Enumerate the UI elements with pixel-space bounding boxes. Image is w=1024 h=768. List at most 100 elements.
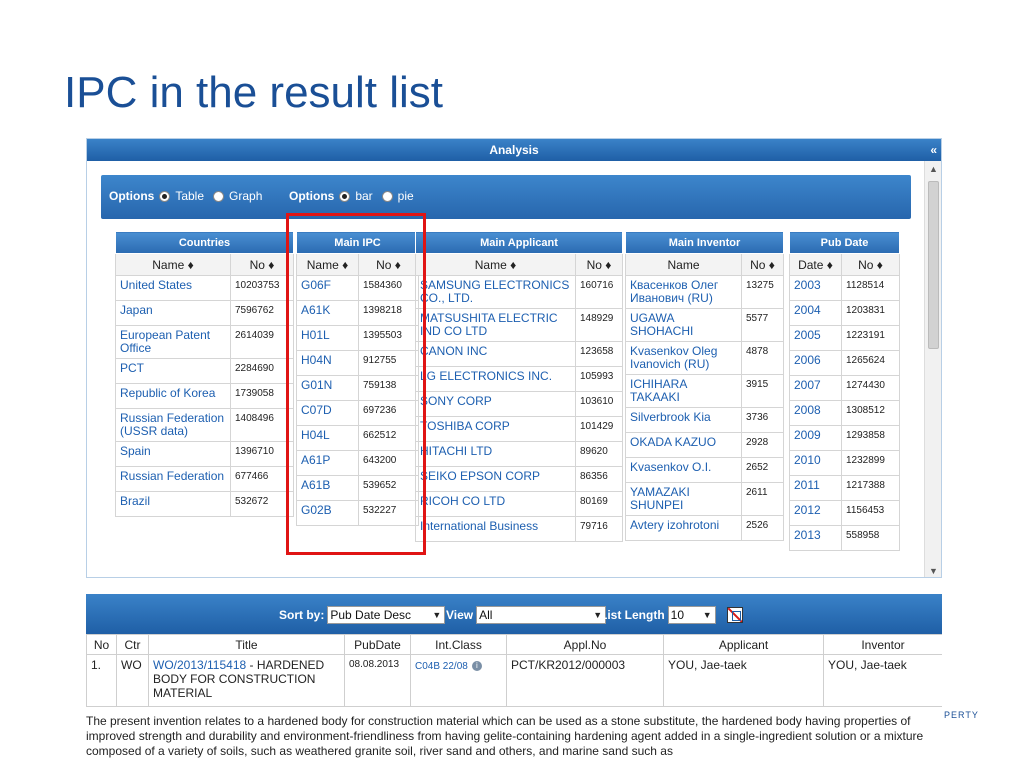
pub-date-item-link[interactable]: 2013 <box>789 525 842 551</box>
pub-date-item-link[interactable]: 2005 <box>789 325 842 351</box>
main-applicant-item-link[interactable]: LG ELECTRONICS INC. <box>415 366 576 392</box>
table-row: International Business 79716 <box>415 516 624 542</box>
options-label: Options <box>109 189 155 203</box>
main-inventor-col-name-sort[interactable]: Name <box>625 253 742 276</box>
intclass-link[interactable]: C04B 22/08 <box>415 661 468 672</box>
list-length-control: List Length 10 ▼ <box>600 606 743 624</box>
main-inventor-item-link[interactable]: Kvasenkov Oleg Ivanovich (RU) <box>625 341 742 375</box>
pub-date-item-link[interactable]: 2004 <box>789 300 842 326</box>
main-inventor-item-link[interactable]: Kvasenkov O.I. <box>625 457 742 483</box>
analysis-header: Analysis « <box>87 139 941 161</box>
pub-date-item-link[interactable]: 2007 <box>789 375 842 401</box>
main-applicant-item-link[interactable]: RICOH CO LTD <box>415 491 576 517</box>
main-applicant-item-count: 80169 <box>574 491 624 517</box>
countries-item-link[interactable]: United States <box>115 275 231 301</box>
main-inventor-item-link[interactable]: Квасенков Олег Иванович (RU) <box>625 275 742 309</box>
countries-item-link[interactable]: Republic of Korea <box>115 383 231 409</box>
pub-date-item-link[interactable]: 2006 <box>789 350 842 376</box>
graph-radio[interactable] <box>213 190 225 202</box>
main-inventor-item-link[interactable]: OKADA KAZUO <box>625 432 742 458</box>
pub-date-item-link[interactable]: 2011 <box>789 475 842 501</box>
pub-date-col-no-sort[interactable]: No ♦ <box>841 253 900 276</box>
table-row: 2009 1293858 <box>789 425 900 451</box>
main-applicant-item-link[interactable]: SONY CORP <box>415 391 576 417</box>
countries-item-count: 1739058 <box>230 383 294 409</box>
scroll-up-icon[interactable]: ▲ <box>925 161 941 177</box>
table-row: Brazil 532672 <box>115 491 294 517</box>
main-applicant-table: Main Applicant Name ♦ No ♦ SAMSUNG ELECTRON… <box>414 231 624 542</box>
result-col-header: Title <box>148 634 345 655</box>
main-applicant-item-count: 105993 <box>574 366 624 392</box>
main-applicant-item-link[interactable]: CANON INC <box>415 341 576 367</box>
countries-item-link[interactable]: Russian Federation <box>115 466 231 492</box>
countries-col-name-sort[interactable]: Name ♦ <box>115 253 231 276</box>
pub-date-item-link[interactable]: 2012 <box>789 500 842 526</box>
main-inventor-item-count: 2928 <box>740 432 785 458</box>
countries-item-link[interactable]: European Patent Office <box>115 325 231 359</box>
slide-title: IPC in the result list <box>64 68 444 117</box>
view-select[interactable]: All ▼ <box>476 606 607 624</box>
pie-radio[interactable] <box>381 190 393 202</box>
collapse-icon[interactable]: « <box>930 139 937 161</box>
table-radio[interactable] <box>159 190 171 202</box>
main-applicant-header: Main Applicant <box>414 231 624 254</box>
table-row: TOSHIBA CORP 101429 <box>415 416 624 442</box>
pub-date-item-link[interactable]: 2010 <box>789 450 842 476</box>
main-inventor-item-link[interactable]: UGAWA SHOHACHI <box>625 308 742 342</box>
countries-item-count: 1396710 <box>230 441 294 467</box>
countries-col-no-sort[interactable]: No ♦ <box>230 253 294 276</box>
table-row: 2004 1203831 <box>789 300 900 326</box>
scroll-down-icon[interactable]: ▼ <box>925 563 941 577</box>
main-applicant-col-name-sort[interactable]: Name ♦ <box>415 253 576 276</box>
reset-filter-icon[interactable] <box>726 607 743 623</box>
table-row: United States 10203753 <box>115 275 294 301</box>
main-inventor-item-link[interactable]: YAMAZAKI SHUNPEI <box>625 482 742 516</box>
list-length-select[interactable]: 10 ▼ <box>667 606 716 624</box>
pub-date-item-count: 558958 <box>841 525 900 551</box>
main-applicant-item-link[interactable]: SEIKO EPSON CORP <box>415 466 576 492</box>
main-inventor-item-link[interactable]: Silverbrook Kia <box>625 407 742 433</box>
main-applicant-item-link[interactable]: TOSHIBA CORP <box>415 416 576 442</box>
main-applicant-item-link[interactable]: HITACHI LTD <box>415 441 576 467</box>
result-col-header: Ctr <box>116 634 149 655</box>
table-row: 2007 1274430 <box>789 375 900 401</box>
countries-item-count: 2614039 <box>230 325 294 359</box>
pub-date-item-link[interactable]: 2008 <box>789 400 842 426</box>
info-icon[interactable]: i <box>471 660 482 671</box>
scroll-thumb[interactable] <box>928 181 939 349</box>
countries-item-link[interactable]: Spain <box>115 441 231 467</box>
table-row: Avtery izohrotoni 2526 <box>625 515 785 541</box>
table-row: 2005 1223191 <box>789 325 900 351</box>
table-row: Republic of Korea 1739058 <box>115 383 294 409</box>
main-inventor-item-link[interactable]: Avtery izohrotoni <box>625 515 742 541</box>
countries-item-link[interactable]: PCT <box>115 358 231 384</box>
sort-select-value: Pub Date Desc <box>330 608 412 622</box>
main-inventor-col-no-sort[interactable]: No ♦ <box>740 253 785 276</box>
result-col-header: Inventor <box>823 634 942 655</box>
main-applicant-item-count: 79716 <box>574 516 624 542</box>
main-applicant-item-link[interactable]: MATSUSHITA ELECTRIC IND CO LTD <box>415 308 576 342</box>
sort-select[interactable]: Pub Date Desc ▼ <box>327 606 446 624</box>
pub-date-header: Pub Date <box>789 231 900 254</box>
countries-item-link[interactable]: Japan <box>115 300 231 326</box>
main-inventor-item-count: 4878 <box>740 341 785 375</box>
countries-item-link[interactable]: Brazil <box>115 491 231 517</box>
analysis-scrollbar[interactable]: ▲ ▼ <box>924 161 941 577</box>
table-row: Spain 1396710 <box>115 441 294 467</box>
main-applicant-col-no-sort[interactable]: No ♦ <box>574 253 624 276</box>
table-row: 2006 1265624 <box>789 350 900 376</box>
pub-date-item-link[interactable]: 2009 <box>789 425 842 451</box>
list-length-value: 10 <box>670 608 685 622</box>
result-title-link[interactable]: WO/2013/115418 <box>153 658 246 672</box>
table-row: OKADA KAZUO 2928 <box>625 432 785 458</box>
pub-date-item-link[interactable]: 2003 <box>789 275 842 301</box>
main-inventor-item-link[interactable]: ICHIHARA TAKAAKI <box>625 374 742 408</box>
table-row: SEIKO EPSON CORP 86356 <box>415 466 624 492</box>
main-applicant-item-link[interactable]: SAMSUNG ELECTRONICS CO., LTD. <box>415 275 576 309</box>
main-inventor-item-count: 2611 <box>740 482 785 516</box>
main-applicant-item-link[interactable]: International Business <box>415 516 576 542</box>
pub-date-col-name-sort[interactable]: Date ♦ <box>789 253 842 276</box>
countries-item-link[interactable]: Russian Federation (USSR data) <box>115 408 231 442</box>
list-length-label: List Length <box>600 608 665 622</box>
bar-radio[interactable] <box>339 190 351 202</box>
